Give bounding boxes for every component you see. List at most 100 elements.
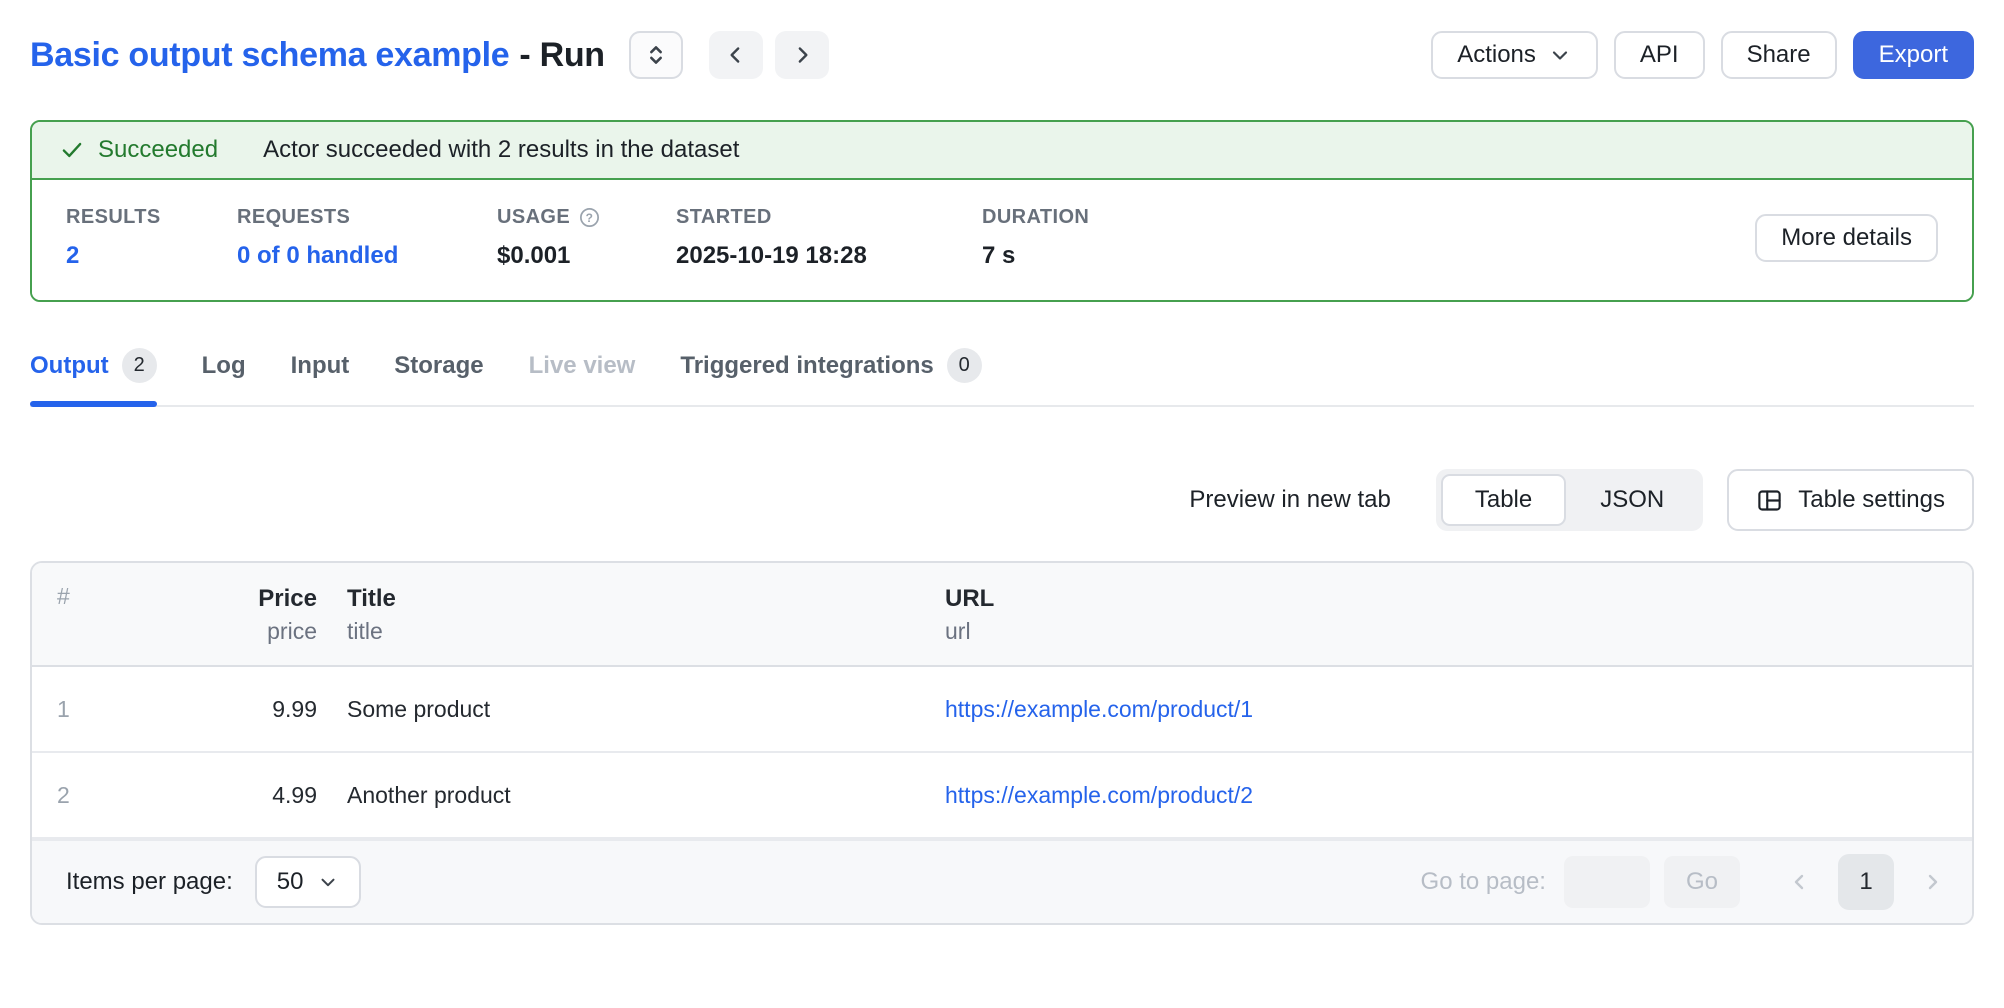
stat-results-value[interactable]: 2 bbox=[66, 242, 237, 270]
tab-log[interactable]: Log bbox=[202, 344, 246, 405]
tab-input-label: Input bbox=[291, 352, 350, 380]
row-url: https://example.com/product/2 bbox=[915, 782, 1972, 809]
tab-log-label: Log bbox=[202, 352, 246, 380]
tab-input[interactable]: Input bbox=[291, 344, 350, 405]
tab-live-view-label: Live view bbox=[529, 352, 636, 380]
table-settings-button[interactable]: Table settings bbox=[1727, 469, 1974, 531]
tab-storage[interactable]: Storage bbox=[394, 344, 483, 405]
view-mode-table[interactable]: Table bbox=[1441, 474, 1566, 526]
column-header-url-field: url bbox=[945, 615, 1972, 647]
actions-button-label: Actions bbox=[1457, 41, 1536, 69]
check-icon bbox=[59, 137, 85, 163]
chevron-down-icon bbox=[317, 871, 339, 893]
dataset-table: # Price price Title title URL url 1 9.99… bbox=[30, 561, 1974, 925]
table-row: 2 4.99 Another product https://example.c… bbox=[32, 753, 1972, 839]
stat-usage-value: $0.001 bbox=[497, 242, 676, 270]
stat-requests: REQUESTS 0 of 0 handled bbox=[237, 206, 497, 270]
help-icon[interactable]: ? bbox=[578, 206, 601, 229]
tab-triggered-integrations[interactable]: Triggered integrations 0 bbox=[680, 344, 981, 405]
go-to-page-input[interactable] bbox=[1564, 856, 1650, 908]
column-header-title[interactable]: Title title bbox=[317, 583, 915, 647]
pager: 1 bbox=[1788, 854, 1944, 910]
stat-results: RESULTS 2 bbox=[66, 206, 237, 270]
more-details-button[interactable]: More details bbox=[1755, 214, 1938, 262]
run-status-card: Succeeded Actor succeeded with 2 results… bbox=[30, 120, 1974, 302]
status-message: Actor succeeded with 2 results in the da… bbox=[263, 136, 739, 164]
run-stats-row: RESULTS 2 REQUESTS 0 of 0 handled USAGE?… bbox=[32, 180, 1972, 300]
stat-duration: DURATION 7 s bbox=[982, 206, 1089, 270]
stat-usage: USAGE? $0.001 bbox=[497, 206, 676, 270]
view-mode-toggle: Table JSON bbox=[1436, 469, 1703, 531]
column-header-price[interactable]: Price price bbox=[142, 583, 317, 647]
stat-started: STARTED 2025-10-19 18:28 bbox=[676, 206, 982, 270]
items-per-page-label: Items per page: bbox=[66, 868, 233, 896]
run-nav bbox=[709, 31, 829, 79]
share-button-label: Share bbox=[1747, 41, 1811, 69]
table-settings-icon bbox=[1756, 487, 1783, 514]
row-url: https://example.com/product/1 bbox=[915, 696, 1972, 723]
share-button[interactable]: Share bbox=[1721, 31, 1837, 79]
page-next-icon[interactable] bbox=[1920, 870, 1944, 894]
header-actions: Actions API Share Export bbox=[1431, 31, 1974, 79]
page-title: Basic output schema example - Run bbox=[30, 36, 605, 75]
table-header: # Price price Title title URL url bbox=[32, 563, 1972, 667]
stat-usage-label-text: USAGE bbox=[497, 206, 570, 229]
run-selector-button[interactable] bbox=[629, 31, 683, 79]
table-row: 1 9.99 Some product https://example.com/… bbox=[32, 667, 1972, 753]
run-tabs: Output 2 Log Input Storage Live view Tri… bbox=[30, 344, 1974, 407]
page-previous-icon[interactable] bbox=[1788, 870, 1812, 894]
up-down-chevron-icon bbox=[642, 41, 670, 69]
row-title: Some product bbox=[317, 696, 915, 723]
preview-in-new-tab-link[interactable]: Preview in new tab bbox=[1189, 486, 1390, 514]
run-status-banner: Succeeded Actor succeeded with 2 results… bbox=[32, 122, 1972, 180]
chevron-down-icon bbox=[1548, 43, 1572, 67]
column-header-index: # bbox=[32, 583, 142, 610]
actor-title-link[interactable]: Basic output schema example bbox=[30, 36, 509, 74]
title-group: Basic output schema example - Run bbox=[30, 31, 829, 79]
svg-text:?: ? bbox=[586, 211, 594, 225]
view-mode-json[interactable]: JSON bbox=[1566, 474, 1698, 526]
next-run-button[interactable] bbox=[775, 31, 829, 79]
column-header-title-title: Title bbox=[347, 583, 915, 615]
stat-results-label: RESULTS bbox=[66, 206, 237, 229]
chevron-left-icon bbox=[723, 42, 749, 68]
top-bar: Basic output schema example - Run bbox=[30, 30, 1974, 80]
items-per-page-select[interactable]: 50 bbox=[255, 856, 362, 908]
stat-requests-label: REQUESTS bbox=[237, 206, 497, 229]
page-title-suffix: - Run bbox=[519, 36, 604, 74]
row-index: 1 bbox=[32, 696, 142, 723]
current-page-button[interactable]: 1 bbox=[1838, 854, 1894, 910]
actions-menu-button[interactable]: Actions bbox=[1431, 31, 1598, 79]
stat-usage-label: USAGE? bbox=[497, 206, 676, 229]
stat-duration-value: 7 s bbox=[982, 242, 1089, 270]
run-detail-page: Basic output schema example - Run bbox=[0, 30, 2004, 925]
output-toolbar: Preview in new tab Table JSON Table sett… bbox=[30, 469, 1974, 531]
row-price: 9.99 bbox=[142, 696, 317, 723]
go-button[interactable]: Go bbox=[1664, 856, 1740, 908]
column-header-url[interactable]: URL url bbox=[915, 583, 1972, 647]
more-details-label: More details bbox=[1781, 224, 1912, 252]
column-header-price-field: price bbox=[142, 615, 317, 647]
go-to-page-label: Go to page: bbox=[1421, 868, 1546, 896]
stat-duration-label: DURATION bbox=[982, 206, 1089, 229]
api-button-label: API bbox=[1640, 41, 1679, 69]
export-button[interactable]: Export bbox=[1853, 31, 1974, 79]
tab-output[interactable]: Output 2 bbox=[30, 344, 157, 405]
export-button-label: Export bbox=[1879, 41, 1948, 69]
row-index: 2 bbox=[32, 782, 142, 809]
previous-run-button[interactable] bbox=[709, 31, 763, 79]
column-header-url-title: URL bbox=[945, 583, 1972, 615]
api-button[interactable]: API bbox=[1614, 31, 1705, 79]
product-url-link[interactable]: https://example.com/product/1 bbox=[945, 696, 1253, 722]
table-settings-label: Table settings bbox=[1798, 486, 1945, 514]
product-url-link[interactable]: https://example.com/product/2 bbox=[945, 782, 1253, 808]
column-header-title-field: title bbox=[347, 615, 915, 647]
stat-requests-value[interactable]: 0 of 0 handled bbox=[237, 242, 497, 270]
tab-output-badge: 2 bbox=[122, 348, 157, 383]
stat-started-label: STARTED bbox=[676, 206, 982, 229]
tab-triggered-integrations-badge: 0 bbox=[947, 348, 982, 383]
tab-output-label: Output bbox=[30, 352, 109, 380]
row-title: Another product bbox=[317, 782, 915, 809]
tab-storage-label: Storage bbox=[394, 352, 483, 380]
chevron-right-icon bbox=[789, 42, 815, 68]
